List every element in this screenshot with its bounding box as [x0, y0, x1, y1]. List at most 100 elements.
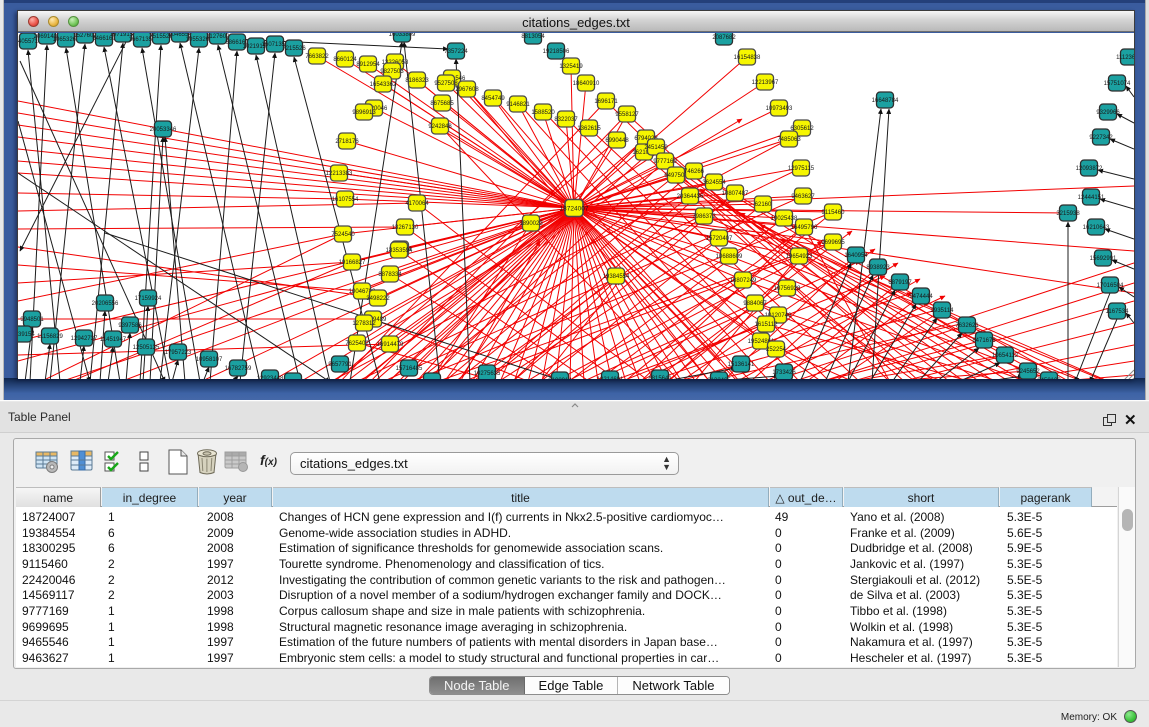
svg-text:1733426: 1733426: [772, 370, 796, 376]
svg-text:15692991: 15692991: [1090, 256, 1117, 262]
svg-text:10275635: 10275635: [474, 371, 501, 377]
svg-text:7986372: 7986372: [692, 214, 716, 220]
svg-text:19218506: 19218506: [543, 49, 570, 55]
svg-text:1588520: 1588520: [531, 110, 555, 116]
svg-text:8939154: 8939154: [18, 332, 35, 338]
svg-text:12444151: 12444151: [1078, 195, 1105, 201]
svg-text:7215526: 7215526: [282, 46, 306, 52]
svg-text:8471676: 8471676: [972, 338, 996, 344]
svg-text:6879197: 6879197: [888, 280, 912, 286]
svg-text:12093872: 12093872: [1076, 166, 1103, 172]
svg-text:15136141: 15136141: [728, 362, 755, 368]
svg-text:19654923: 19654923: [786, 254, 813, 260]
svg-text:9245652: 9245652: [1016, 369, 1040, 375]
svg-text:9132465: 9132465: [707, 378, 731, 379]
svg-text:16782759: 16782759: [225, 366, 252, 372]
svg-text:17016504: 17016504: [1097, 283, 1124, 289]
svg-text:1615112: 1615112: [755, 322, 779, 328]
svg-text:3215938: 3215938: [1056, 211, 1080, 217]
svg-text:12214691: 12214691: [597, 377, 624, 379]
svg-text:11156829: 11156829: [37, 334, 63, 340]
svg-text:12942737: 12942737: [71, 336, 98, 342]
svg-text:16914479: 16914479: [377, 342, 404, 348]
svg-text:16107554: 16107554: [332, 197, 359, 203]
svg-text:9657791: 9657791: [328, 362, 352, 368]
svg-text:8322037: 8322037: [554, 117, 578, 123]
svg-text:3624554: 3624554: [702, 180, 726, 186]
svg-text:2935114: 2935114: [931, 308, 955, 314]
svg-text:8938923: 8938923: [866, 265, 890, 271]
svg-text:15716485: 15716485: [396, 366, 423, 372]
svg-text:9884067: 9884067: [743, 301, 767, 307]
svg-text:16648784: 16648784: [872, 98, 899, 104]
svg-text:746266: 746266: [684, 169, 705, 175]
svg-text:18640910: 18640910: [573, 81, 600, 87]
svg-text:10973493: 10973493: [766, 106, 793, 112]
svg-text:9896913: 9896913: [352, 110, 376, 116]
svg-text:17957223: 17957223: [165, 350, 192, 356]
svg-text:9146821: 9146821: [506, 102, 530, 108]
svg-text:9329966: 9329966: [1096, 110, 1120, 116]
svg-text:16033809: 16033809: [389, 33, 416, 38]
svg-text:62160: 62160: [755, 202, 772, 208]
svg-text:15720407: 15720407: [706, 236, 733, 242]
svg-text:16210643: 16210643: [1083, 225, 1110, 231]
svg-text:11123619: 11123619: [1116, 55, 1134, 61]
svg-text:9558127: 9558127: [615, 112, 639, 118]
svg-text:8815641: 8815641: [648, 376, 672, 379]
svg-text:9115460: 9115460: [822, 210, 846, 216]
svg-text:8675685: 8675685: [430, 101, 454, 107]
svg-text:9397586: 9397586: [118, 323, 142, 329]
svg-text:7625402: 7625402: [345, 341, 369, 347]
svg-text:9108914: 9108914: [548, 378, 572, 379]
svg-text:252254: 252254: [766, 347, 787, 353]
svg-text:19384554: 19384554: [603, 274, 630, 280]
svg-text:6990448: 6990448: [605, 138, 629, 144]
svg-text:7524540: 7524540: [331, 232, 355, 238]
svg-text:9227342: 9227342: [1089, 135, 1113, 141]
svg-text:9474444: 9474444: [909, 294, 933, 300]
svg-text:11451947: 11451947: [100, 337, 127, 343]
svg-text:2451459: 2451459: [644, 145, 668, 151]
svg-text:8186323: 8186323: [405, 78, 429, 84]
svg-text:4170064: 4170064: [405, 201, 429, 207]
svg-text:10807487: 10807487: [722, 191, 749, 197]
svg-text:10025438: 10025438: [771, 216, 798, 222]
svg-text:16495796: 16495796: [791, 225, 818, 231]
svg-text:8660124: 8660124: [333, 57, 357, 63]
svg-text:18353594: 18353594: [386, 248, 413, 254]
svg-text:9450102: 9450102: [1037, 378, 1061, 379]
svg-text:10654112: 10654112: [992, 353, 1019, 359]
svg-text:9827503: 9827503: [380, 69, 404, 75]
svg-text:7632621: 7632621: [955, 323, 979, 329]
svg-text:17159924: 17159924: [135, 296, 162, 302]
svg-text:7485063: 7485063: [777, 137, 801, 143]
svg-text:2718176: 2718176: [335, 139, 359, 145]
svg-text:3498222: 3498222: [366, 296, 390, 302]
svg-text:18724007: 18724007: [560, 206, 589, 213]
svg-text:1278312: 1278312: [352, 321, 376, 327]
svg-text:9777169: 9777169: [653, 159, 677, 165]
svg-text:16543362: 16543362: [370, 82, 397, 88]
svg-text:20364436: 20364436: [677, 194, 704, 200]
svg-text:12213967: 12213967: [752, 80, 779, 86]
svg-text:10756928: 10756928: [774, 286, 801, 292]
svg-text:1640954: 1640954: [844, 253, 868, 259]
svg-text:9948501: 9948501: [20, 317, 44, 323]
svg-text:8912954: 8912954: [356, 62, 380, 68]
svg-text:2967608: 2967608: [455, 87, 479, 93]
svg-text:2087682: 2087682: [712, 35, 736, 41]
svg-text:1325419: 1325419: [559, 64, 583, 70]
svg-text:8878334: 8878334: [378, 272, 402, 278]
svg-text:1696171: 1696171: [594, 99, 618, 105]
svg-text:20053346: 20053346: [150, 127, 177, 133]
svg-text:15751074: 15751074: [1104, 81, 1131, 87]
svg-text:8813054: 8813054: [521, 34, 545, 40]
svg-text:1890023: 1890023: [519, 221, 543, 227]
svg-text:9463627: 9463627: [791, 194, 815, 200]
svg-text:9242848: 9242848: [428, 124, 452, 130]
svg-text:12975115: 12975115: [788, 166, 815, 172]
svg-text:12923448: 12923448: [257, 376, 284, 379]
svg-text:18807249: 18807249: [730, 278, 757, 284]
svg-text:1167534: 1167534: [1106, 309, 1130, 315]
